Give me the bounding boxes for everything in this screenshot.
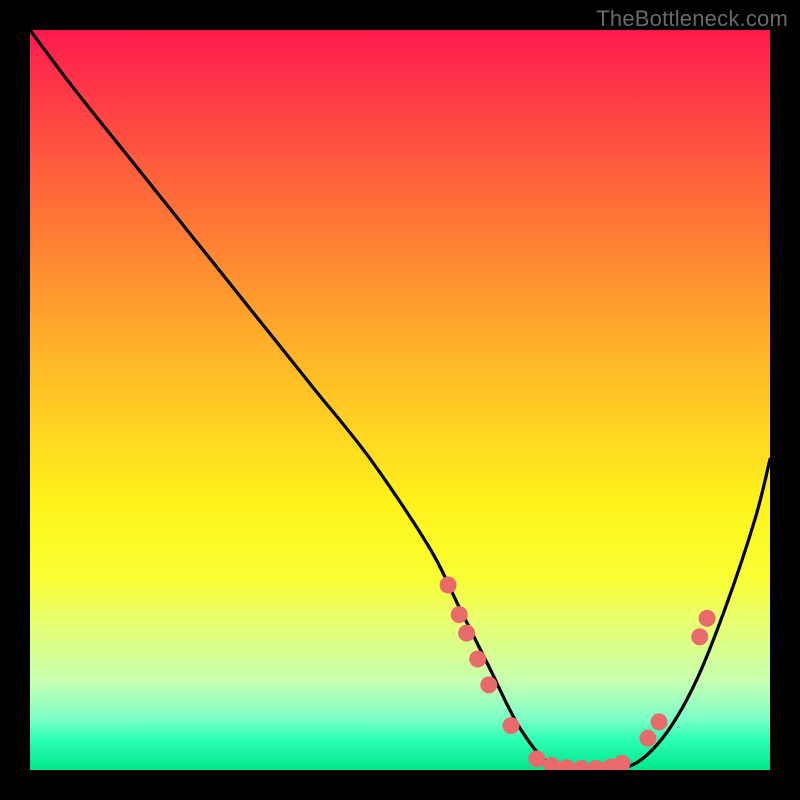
curve-marker [588, 760, 605, 770]
curve-markers [440, 577, 716, 771]
plot-area [30, 30, 770, 770]
curve-marker [651, 713, 668, 730]
chart-svg [30, 30, 770, 770]
curve-marker [639, 730, 656, 747]
chart-frame: TheBottleneck.com [0, 0, 800, 800]
watermark-label: TheBottleneck.com [596, 6, 788, 32]
curve-marker [699, 610, 716, 627]
curve-marker [573, 760, 590, 770]
curve-marker [528, 750, 545, 767]
curve-marker [558, 759, 575, 770]
curve-marker [458, 625, 475, 642]
curve-marker [480, 676, 497, 693]
curve-marker [440, 577, 457, 594]
curve-marker [469, 651, 486, 668]
bottleneck-curve [30, 30, 770, 770]
curve-marker [691, 628, 708, 645]
curve-marker [614, 755, 631, 770]
curve-marker [503, 717, 520, 734]
curve-marker [451, 606, 468, 623]
